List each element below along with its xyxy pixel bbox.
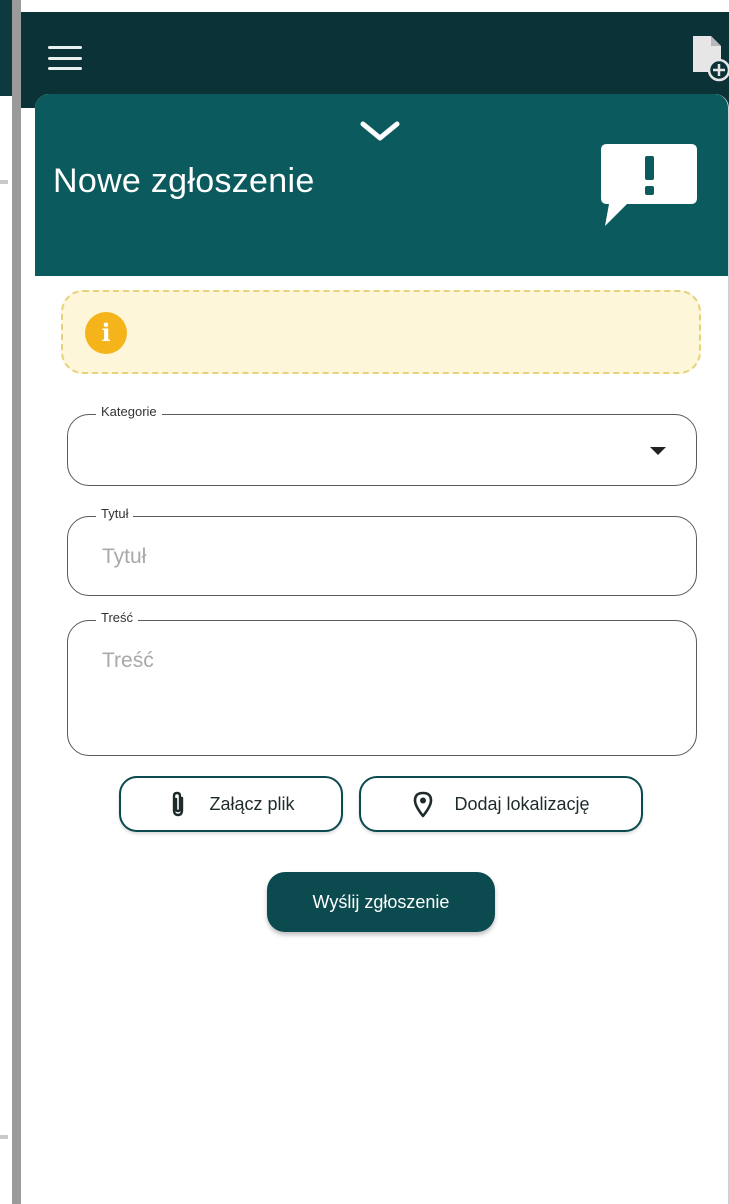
content-field-wrapper: Treść: [67, 610, 697, 756]
screen: Nowe zgłoszenie i Kategorie Tytuł Tytuł …: [0, 0, 729, 1204]
category-label: Kategorie: [96, 404, 162, 419]
background-screen-edge: [0, 0, 12, 1204]
info-notice: i: [61, 290, 701, 374]
paperclip-icon: [173, 791, 184, 817]
caret-down-icon[interactable]: [650, 447, 666, 455]
location-pin-icon: [414, 791, 433, 818]
new-report-sheet: Nowe zgłoszenie i Kategorie Tytuł Tytuł …: [35, 94, 729, 1204]
info-circle-icon: i: [85, 312, 127, 354]
submit-report-label: Wyślij zgłoszenie: [312, 891, 450, 912]
alert-speech-bubble-icon: [601, 144, 697, 226]
page-title: Nowe zgłoszenie: [53, 162, 315, 200]
background-divider: [0, 1135, 8, 1139]
submit-report-button[interactable]: Wyślij zgłoszenie: [267, 872, 495, 932]
attach-file-button[interactable]: Załącz plik: [119, 776, 343, 832]
window-separator: [12, 0, 21, 1204]
background-app-bar-edge: [0, 0, 12, 96]
attach-file-label: Załącz plik: [209, 793, 295, 814]
hamburger-menu-icon[interactable]: [48, 46, 82, 70]
title-input[interactable]: [102, 545, 662, 569]
title-field-wrapper: Tytuł: [67, 506, 697, 596]
title-label: Tytuł: [96, 506, 134, 521]
content-label: Treść: [96, 610, 139, 625]
new-document-plus-icon[interactable]: [689, 32, 729, 82]
category-select[interactable]: Kategorie: [67, 404, 697, 486]
app-window: Nowe zgłoszenie i Kategorie Tytuł Tytuł …: [21, 12, 729, 1204]
sheet-header: Nowe zgłoszenie: [35, 94, 728, 276]
add-location-button[interactable]: Dodaj lokalizację: [359, 776, 643, 832]
background-divider: [0, 180, 8, 184]
add-location-label: Dodaj lokalizację: [454, 793, 590, 814]
content-textarea[interactable]: [102, 649, 662, 749]
chevron-down-icon[interactable]: [355, 116, 405, 146]
